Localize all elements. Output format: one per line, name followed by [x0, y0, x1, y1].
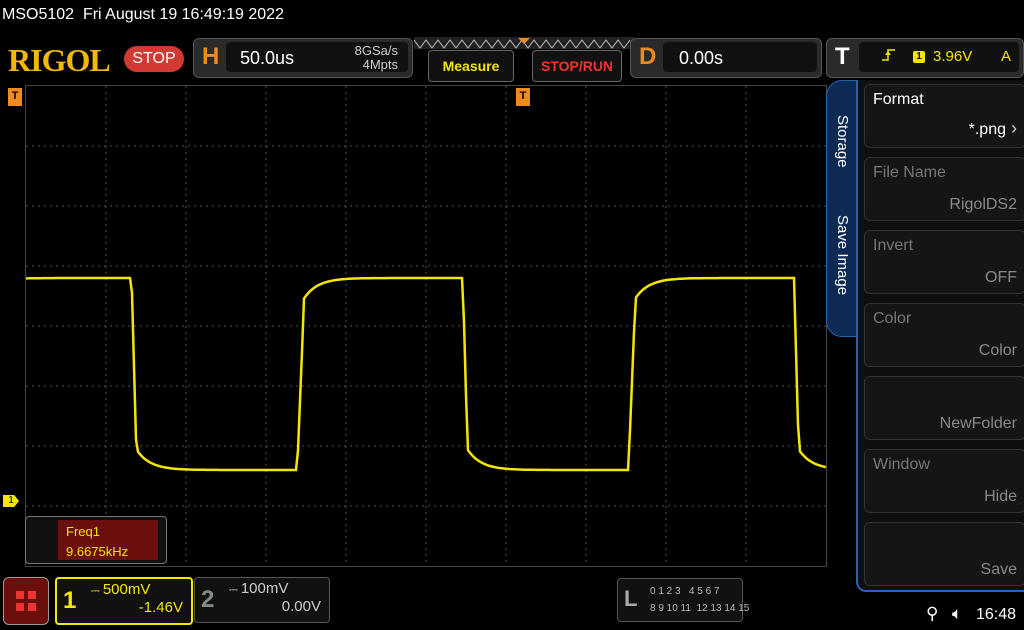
- title-bar: MSO5102 Fri August 19 16:49:19 2022: [2, 6, 284, 24]
- ch2-offset: 0.00V: [281, 598, 321, 615]
- logic-analyzer-panel[interactable]: L 0 1 2 3 4 5 6 7 8 9 10 11 12 13 14 15: [617, 578, 749, 622]
- chevron-right-icon: ›: [1006, 118, 1017, 138]
- logic-letter: L: [624, 586, 638, 611]
- model-label: MSO5102: [2, 6, 75, 23]
- menu-item-title: Window: [873, 456, 930, 473]
- menu-item-file-name[interactable]: File Name RigolDS2: [864, 157, 1024, 221]
- menu-item-value: Hide: [984, 488, 1017, 505]
- usb-icon: ⚲: [926, 604, 939, 623]
- menu-item-window[interactable]: Window Hide: [864, 449, 1024, 513]
- menu-item-title: File Name: [873, 164, 946, 181]
- timebase-value: 50.0us: [240, 48, 295, 68]
- logic-channels-row1: 0 1 2 3 4 5 6 7: [650, 586, 720, 597]
- menu-item-save[interactable]: Save: [864, 522, 1024, 586]
- datetime-label: Fri August 19 16:49:19 2022: [82, 6, 284, 23]
- ch1-scale: ⎓ 500mV: [91, 581, 151, 598]
- grid-menu-icon: [16, 591, 36, 611]
- trigger-source: 1: [913, 51, 925, 63]
- horizontal-readout: 50.0us 8GSa/s 4Mpts: [226, 42, 408, 72]
- ch2-number: 2: [201, 586, 215, 613]
- sample-rate-value: 8GSa/s 4Mpts: [355, 44, 398, 72]
- logic-channels-row2: 8 9 10 11 12 13 14 15: [650, 603, 750, 614]
- rising-edge-icon: [881, 47, 897, 66]
- trigger-level-marker[interactable]: T: [8, 88, 22, 106]
- menu-item-title: Color: [873, 310, 912, 327]
- horizontal-panel[interactable]: H 50.0us 8GSa/s 4Mpts: [193, 38, 413, 78]
- measurement-value: 9.6675kHz: [66, 544, 129, 559]
- trigger-position-strip: [413, 37, 634, 49]
- menu-item-title: Format: [873, 91, 924, 108]
- dc-coupling-icon: ⎓: [91, 585, 103, 597]
- delay-panel[interactable]: D 0.00s: [630, 38, 822, 78]
- ch2-settings[interactable]: 2 ⎓ 100mV 0.00V: [194, 577, 330, 623]
- measurement-panel[interactable]: Freq1 9.6675kHz: [25, 516, 167, 564]
- trigger-position-pattern: [413, 38, 631, 49]
- side-menu: Storage Save Image Format *.png › File N…: [826, 80, 1024, 592]
- horizontal-letter: H: [202, 43, 220, 70]
- menu-item-value: Color: [978, 342, 1017, 359]
- measure-button[interactable]: Measure: [428, 50, 514, 82]
- delay-readout: 0.00s: [663, 42, 817, 72]
- trigger-letter: T: [835, 43, 850, 70]
- memory-depth: 4Mpts: [362, 57, 398, 72]
- dc-coupling-icon: ⎓: [229, 584, 241, 596]
- clock-time: 16:48: [976, 606, 1017, 623]
- menu-panel: Format *.png › File Name RigolDS2 Invert…: [856, 80, 1024, 592]
- waveform-display[interactable]: [25, 85, 827, 567]
- tab-save-image[interactable]: Save Image: [834, 215, 851, 295]
- delay-value: 0.00s: [679, 48, 724, 68]
- trigger-panel[interactable]: T 1 3.96V A: [826, 38, 1024, 78]
- measurement-label: Freq1: [66, 524, 100, 539]
- ch1-settings[interactable]: 1 ⎓ 500mV -1.46V: [55, 577, 193, 625]
- speaker-muted-icon[interactable]: 🔈︎: [952, 604, 962, 624]
- ch1-offset-marker[interactable]: 1: [3, 495, 19, 507]
- menu-item-value: *.png ›: [968, 118, 1017, 138]
- ch1-number: 1: [63, 587, 77, 614]
- sample-rate: 8GSa/s: [354, 43, 398, 58]
- trigger-mode: A: [1001, 48, 1012, 65]
- menu-item-invert[interactable]: Invert OFF: [864, 230, 1024, 294]
- menu-item-color[interactable]: Color Color: [864, 303, 1024, 367]
- menu-item-value: OFF: [985, 269, 1017, 286]
- run-state-badge[interactable]: STOP: [124, 46, 184, 72]
- ch1-offset: -1.46V: [138, 599, 183, 616]
- delay-letter: D: [639, 43, 657, 70]
- menu-item-format[interactable]: Format *.png ›: [864, 84, 1024, 148]
- menu-item-value: RigolDS2: [949, 196, 1017, 213]
- menu-item-value: Save: [980, 561, 1017, 578]
- menu-item-new-folder[interactable]: NewFolder: [864, 376, 1024, 440]
- menu-item-value: NewFolder: [939, 415, 1017, 432]
- trigger-level: 3.96V: [933, 48, 973, 65]
- menu-item-title: Invert: [873, 237, 914, 254]
- tab-storage[interactable]: Storage: [834, 115, 851, 168]
- trigger-readout: 1 3.96V A: [859, 42, 1019, 72]
- ch2-scale: ⎓ 100mV: [229, 580, 289, 597]
- main-menu-button[interactable]: [3, 577, 49, 625]
- menu-tab[interactable]: Storage Save Image: [826, 80, 860, 337]
- waveform-graticule: [26, 86, 827, 566]
- measurement-item[interactable]: Freq1 9.6675kHz: [58, 520, 158, 560]
- stop-run-button[interactable]: STOP/RUN: [532, 50, 622, 82]
- rigol-logo: RIGOL: [8, 42, 111, 78]
